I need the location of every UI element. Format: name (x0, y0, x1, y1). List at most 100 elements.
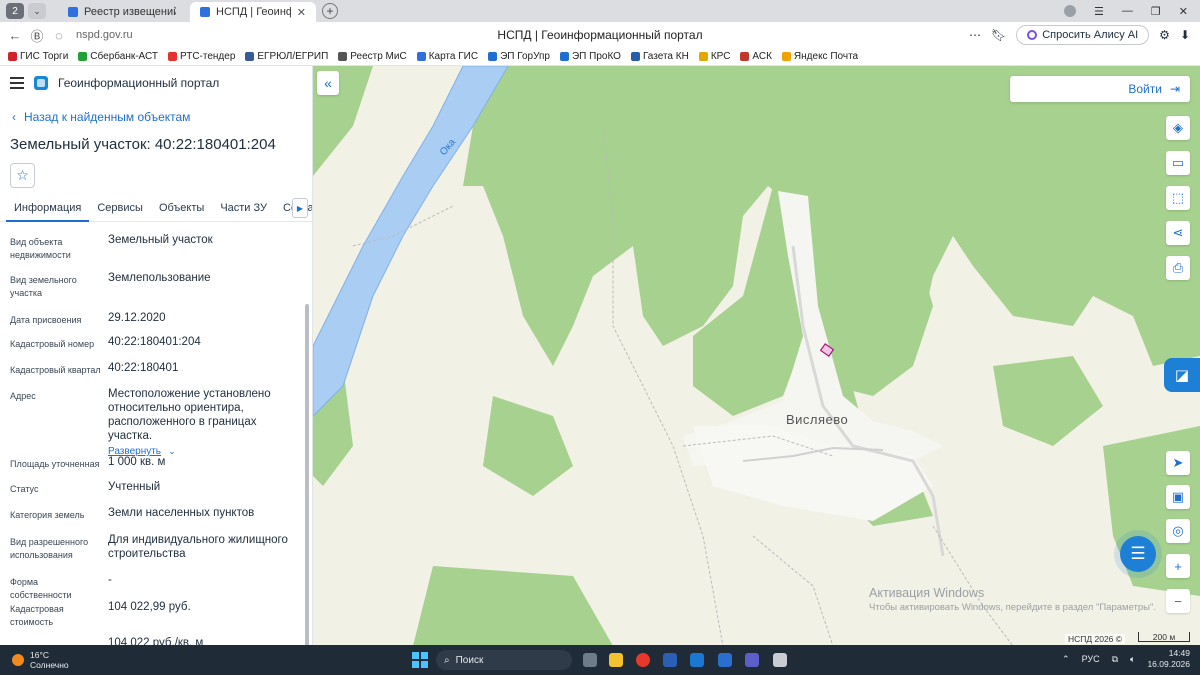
panel-scrollbar[interactable] (304, 298, 310, 646)
object-info-panel: Геоинформационный портал ‹ Назад к найде… (0, 66, 313, 646)
windows-activation-watermark: Активация Windows Чтобы активировать Win… (869, 586, 1156, 613)
collapse-panel-button[interactable]: « (317, 71, 339, 95)
calculator-icon[interactable] (718, 653, 732, 667)
bookmark-favicon-icon (8, 52, 17, 61)
back-arrow-icon[interactable]: ← (4, 24, 26, 46)
property-value: 1 000 кв. м (108, 456, 166, 468)
back-to-results-link[interactable]: ‹ Назад к найденным объектам (0, 110, 312, 124)
map-view[interactable]: Ока Висляево « Войти ⇥ ◈ ▭ ⬚ ⋖ ⎙ ◪ ➤ ▣ ◎… (313, 66, 1200, 646)
browser-tab-nspd[interactable]: НСПД | Геоинформаци ✕ (190, 2, 316, 22)
area-select-button[interactable]: ⬚ (1166, 186, 1190, 210)
geolocation-button[interactable]: ◎ (1166, 519, 1190, 543)
double-chevron-left-icon: « (324, 75, 332, 91)
login-button[interactable]: Войти ⇥ (1010, 76, 1190, 102)
tab-parcel-parts[interactable]: Части ЗУ (212, 198, 275, 222)
tabs-scroll-right-button[interactable]: ▶ (292, 198, 308, 218)
measure-button[interactable]: ▭ (1166, 151, 1190, 175)
extensions-icon[interactable]: ⚙ (1159, 28, 1170, 42)
property-label: Форма собственности (10, 577, 72, 600)
address-value: Местоположение установлено относительно … (108, 388, 271, 442)
browser-tab-registry[interactable]: Реестр извещений (58, 2, 186, 22)
zoom-in-button[interactable]: + (1166, 554, 1190, 578)
outlook-icon[interactable] (690, 653, 704, 667)
share-button[interactable]: ⋖ (1166, 221, 1190, 245)
more-icon[interactable]: ⋯ (969, 28, 981, 42)
yandex-browser-icon[interactable] (636, 653, 650, 667)
ask-alice-button[interactable]: Спросить Алису AI (1016, 25, 1150, 45)
property-label: Вид разрешенного использования (10, 537, 89, 560)
chevron-up-icon[interactable]: ⌃ (1062, 654, 1070, 665)
tab-services[interactable]: Сервисы (89, 198, 151, 222)
tab-objects[interactable]: Объекты (151, 198, 212, 222)
maximize-icon[interactable]: ❐ (1151, 5, 1161, 18)
tab-favicon-icon (200, 7, 210, 17)
sun-icon (12, 654, 24, 666)
bookmark-item[interactable]: Газета КН (630, 51, 689, 62)
file-explorer-icon[interactable] (609, 653, 623, 667)
print-button[interactable]: ⎙ (1166, 256, 1190, 280)
layers-button[interactable]: ◈ (1166, 116, 1190, 140)
hamburger-menu-icon[interactable] (10, 77, 24, 89)
language-indicator[interactable]: РУС (1082, 654, 1100, 664)
star-icon: ☆ (16, 167, 29, 183)
bookmark-item[interactable]: ЭП ПроКО (559, 51, 621, 62)
bookmark-icon[interactable]: 🔖︎ (991, 28, 1006, 42)
tab-information[interactable]: Информация (6, 198, 90, 222)
side-widget-button[interactable]: ◪ (1164, 358, 1200, 392)
downloads-icon[interactable]: ⬇ (1180, 28, 1190, 42)
clock[interactable]: 14:49 16.09.2026 (1147, 648, 1190, 670)
favorite-button[interactable]: ☆ (10, 163, 35, 188)
basemap-button[interactable]: ▣ (1166, 485, 1190, 509)
bookmark-item[interactable]: АСК (740, 51, 772, 62)
minimize-icon[interactable]: — (1122, 5, 1133, 17)
target-icon: ◎ (1172, 523, 1184, 538)
bookmark-item[interactable]: ГИС Торги (8, 51, 68, 62)
profile-icon[interactable] (1064, 5, 1077, 17)
bookmark-item[interactable]: Яндекс Почта (781, 51, 858, 62)
widget-icon: ◪ (1174, 367, 1190, 384)
property-label: Кадастровый номер (10, 339, 95, 349)
network-icon[interactable]: ⧉ (1112, 654, 1118, 665)
printer-icon: ⎙ (1172, 260, 1184, 275)
word-icon[interactable] (663, 653, 677, 667)
property-value: Учтенный (108, 481, 161, 493)
url-field[interactable]: nspd.gov.ru (76, 29, 133, 41)
close-window-icon[interactable]: ✕ (1179, 5, 1188, 18)
task-view-icon[interactable] (583, 653, 597, 667)
property-value: Землепользование (108, 272, 211, 284)
teams-icon[interactable] (745, 653, 759, 667)
tab-counter[interactable]: 2 (6, 3, 24, 19)
snipping-tool-icon[interactable] (773, 653, 787, 667)
weather-condition: Солнечно (30, 660, 69, 670)
new-tab-button[interactable]: + (322, 3, 338, 19)
bookmark-item[interactable]: Реестр МиС (338, 51, 407, 62)
locate-me-button[interactable]: ➤ (1166, 451, 1190, 475)
chat-button[interactable]: ☰ (1120, 536, 1156, 572)
close-tab-icon[interactable]: ✕ (297, 6, 306, 19)
bookmark-item[interactable]: Сбербанк-АСТ (78, 51, 158, 62)
volume-icon[interactable]: 🔈︎ (1130, 654, 1135, 665)
tab-list-chevron-icon[interactable]: ⌄ (28, 3, 46, 19)
weather-widget[interactable]: 16°C Солнечно (0, 650, 200, 670)
bookmark-item[interactable]: ЕГРЮЛ/ЕГРИП (245, 51, 328, 62)
tab-title: Реестр извещений (84, 6, 176, 18)
shield-icon[interactable]: ◌ (48, 24, 70, 46)
bookmark-item[interactable]: КРС (698, 51, 730, 62)
bookmark-item[interactable]: Карта ГИС (416, 51, 478, 62)
alice-icon (1027, 30, 1038, 40)
zoom-out-button[interactable]: − (1166, 589, 1190, 613)
parcel-title: Земельный участок: 40:22:180401:204 (10, 136, 276, 153)
bookmark-label: Сбербанк-АСТ (90, 51, 158, 62)
menu-icon[interactable]: ☰ (1094, 5, 1104, 18)
scrollbar-thumb[interactable] (305, 304, 309, 646)
bookmark-item[interactable]: ЭП ГорУпр (488, 51, 550, 62)
clock-date: 16.09.2026 (1147, 659, 1190, 669)
bookmark-label: РТС-тендер (180, 51, 236, 62)
bookmark-favicon-icon (630, 52, 640, 61)
yandex-b-icon[interactable]: Ⓑ (26, 24, 48, 46)
bookmark-favicon-icon (416, 52, 426, 61)
map-copyright: НСПД 2026 © (1065, 634, 1126, 644)
taskbar-search[interactable]: ⌕ Поиск (436, 650, 572, 670)
bookmark-item[interactable]: РТС-тендер (168, 51, 235, 62)
start-button[interactable] (412, 652, 428, 668)
